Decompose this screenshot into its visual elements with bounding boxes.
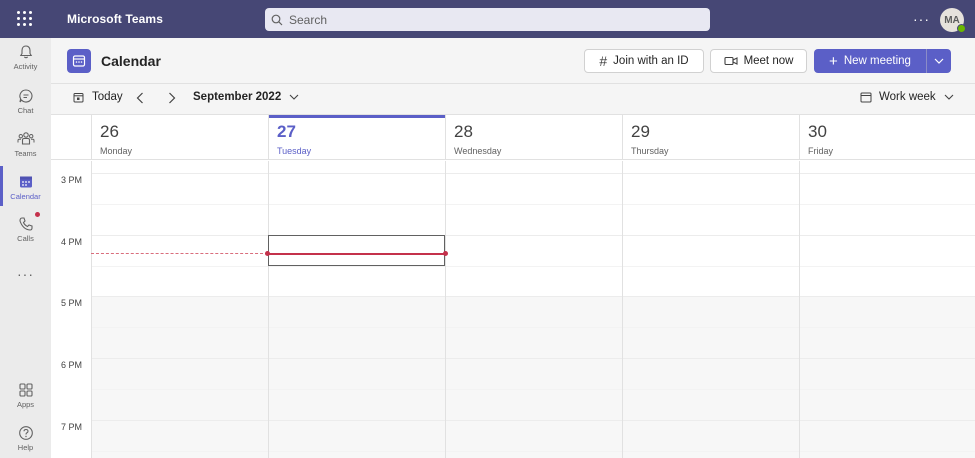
chevron-down-icon (944, 94, 954, 100)
chevron-down-icon (289, 94, 299, 100)
day-name: Monday (100, 146, 133, 156)
chevron-right-icon (169, 92, 176, 104)
day-name: Thursday (631, 146, 669, 156)
plus-icon: + (829, 52, 838, 70)
new-meeting-button[interactable]: + New meeting (814, 49, 926, 73)
day-header-thursday[interactable]: 29 Thursday (622, 115, 799, 160)
current-time-line (268, 253, 445, 255)
time-column: 3 PM 4 PM 5 PM 6 PM 7 PM (51, 161, 91, 458)
calendar-app-icon (67, 49, 91, 73)
month-picker[interactable]: September 2022 (193, 91, 299, 103)
rail-item-calls[interactable]: Calls (0, 216, 51, 256)
day-header-tuesday[interactable]: 27 Tuesday (268, 115, 445, 160)
rail-label: Chat (17, 106, 34, 115)
join-with-id-label: Join with an ID (613, 55, 689, 67)
meet-now-button[interactable]: Meet now (710, 49, 807, 73)
day-column-friday[interactable] (799, 161, 975, 458)
previous-week-button[interactable] (136, 92, 144, 104)
rail-label: Apps (16, 400, 35, 409)
search-input[interactable] (289, 12, 689, 27)
rail-item-chat[interactable]: Chat (0, 88, 51, 128)
notification-dot (35, 212, 40, 217)
new-meeting-dropdown-button[interactable] (926, 49, 951, 73)
time-label: 3 PM (61, 175, 83, 185)
day-column-tuesday[interactable] (268, 161, 445, 458)
chevron-down-icon (934, 58, 944, 64)
top-bar: Microsoft Teams ··· MA (0, 0, 975, 38)
day-number: 29 (631, 122, 650, 141)
current-time-dot (443, 251, 448, 256)
calendar-toolbar: Today September 2022 Work week (51, 84, 975, 114)
rail-item-activity[interactable]: Activity (0, 44, 51, 84)
calendar-icon (19, 176, 32, 188)
calendar-today-icon (73, 92, 84, 102)
teams-icon (17, 132, 34, 145)
app-launcher-icon[interactable] (17, 11, 33, 27)
day-header-monday[interactable]: 26 Monday (91, 115, 268, 160)
video-camera-icon (724, 56, 738, 66)
rail-label: Activity (13, 62, 38, 71)
rail-label: Calendar (10, 192, 41, 201)
join-with-id-button[interactable]: # Join with an ID (584, 49, 704, 73)
current-time-dot (265, 251, 270, 256)
corner-cell (51, 115, 91, 160)
day-column-monday[interactable] (91, 161, 268, 458)
hashtag-icon: # (599, 53, 608, 69)
rail-item-apps[interactable]: Apps (0, 382, 51, 422)
month-label: September 2022 (193, 91, 282, 103)
presence-status-icon (957, 24, 966, 33)
today-label: Today (92, 91, 123, 103)
current-time-guide (91, 253, 268, 254)
day-name: Tuesday (277, 146, 312, 156)
rail-item-calendar[interactable]: Calendar (0, 174, 51, 214)
rail-label: Teams (14, 149, 37, 158)
apps-icon (18, 383, 33, 397)
day-number: 28 (454, 122, 473, 141)
more-apps-icon: ··· (17, 266, 34, 282)
meet-now-label: Meet now (743, 55, 794, 67)
rail-item-teams[interactable]: Teams (0, 131, 51, 171)
chat-icon (18, 89, 32, 103)
day-column-thursday[interactable] (622, 161, 799, 458)
time-label: 4 PM (61, 237, 83, 247)
today-indicator (269, 115, 445, 118)
selected-time-slot[interactable] (268, 235, 445, 266)
rail-item-help[interactable]: Help (0, 425, 51, 458)
time-label: 5 PM (61, 298, 83, 308)
day-header-wednesday[interactable]: 28 Wednesday (445, 115, 622, 160)
day-number: 30 (808, 122, 827, 141)
page-title: Calendar (101, 53, 161, 69)
search-box[interactable] (265, 8, 710, 31)
more-options-icon[interactable]: ··· (913, 11, 930, 27)
new-meeting-label: New meeting (843, 55, 911, 67)
search-icon (271, 14, 283, 25)
day-name: Wednesday (454, 146, 502, 156)
rail-item-more[interactable]: ··· (0, 266, 51, 306)
day-number: 26 (100, 122, 119, 141)
today-button[interactable]: Today (73, 91, 123, 103)
week-view-icon (860, 92, 872, 102)
time-label: 6 PM (61, 360, 83, 370)
next-week-button[interactable] (168, 92, 176, 104)
day-name: Friday (808, 146, 834, 156)
view-switcher[interactable]: Work week (860, 91, 954, 103)
time-label: 7 PM (61, 422, 83, 432)
calendar-grid: 26 Monday 27 Tuesday 28 Wednesday 29 Thu… (51, 114, 975, 458)
calendar-header: Calendar # Join with an ID Meet now + Ne… (51, 38, 975, 84)
day-header-friday[interactable]: 30 Friday (799, 115, 975, 160)
help-icon (18, 426, 33, 440)
app-rail: Activity Chat Teams Calendar Calls ··· A… (0, 38, 51, 458)
chevron-left-icon (136, 92, 143, 104)
rail-label: Calls (17, 234, 34, 243)
rail-label: Help (17, 443, 34, 452)
day-column-wednesday[interactable] (445, 161, 622, 458)
bell-icon (19, 45, 32, 59)
app-title: Microsoft Teams (67, 12, 163, 26)
view-label: Work week (879, 91, 936, 103)
phone-icon (18, 217, 33, 231)
day-number: 27 (277, 122, 296, 141)
time-grid: 3 PM 4 PM 5 PM 6 PM 7 PM (51, 161, 975, 458)
